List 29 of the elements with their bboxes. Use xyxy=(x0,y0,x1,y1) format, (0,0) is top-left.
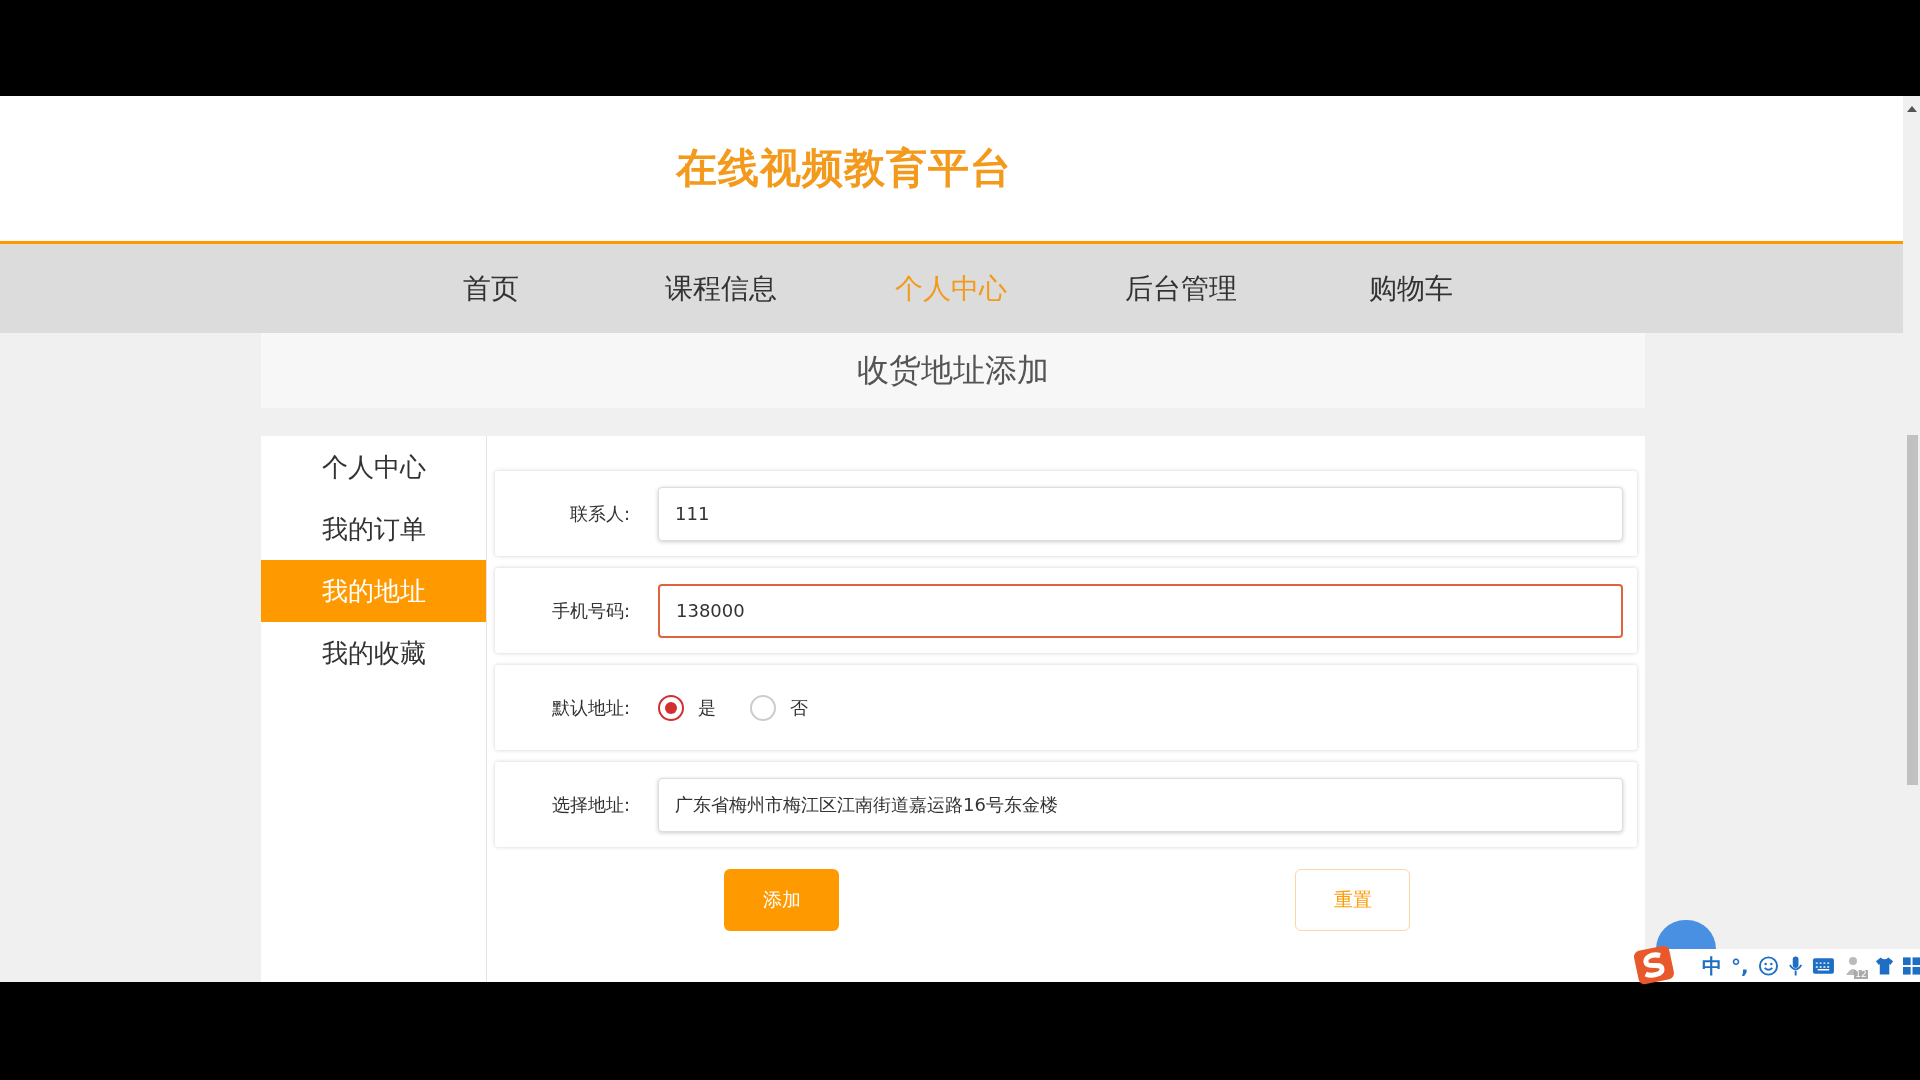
sidebar-item[interactable]: 我的订单 xyxy=(261,498,486,560)
keyboard-icon[interactable] xyxy=(1811,956,1835,975)
radio-button[interactable] xyxy=(658,694,684,721)
field-label: 联系人: xyxy=(568,501,631,526)
grid-icon[interactable] xyxy=(1902,955,1920,976)
scroll-up-icon[interactable] xyxy=(1907,106,1917,112)
nav-link[interactable]: 购物车 xyxy=(1296,244,1526,333)
nav-link[interactable]: 首页 xyxy=(376,244,606,333)
sidebar-item[interactable]: 我的收藏 xyxy=(261,622,486,684)
emoji-icon[interactable] xyxy=(1757,954,1779,977)
badge-count: 12 xyxy=(1854,969,1868,979)
radio-label: 是 xyxy=(698,695,716,720)
text-field[interactable]: 111 xyxy=(658,486,1623,541)
shirt-icon[interactable] xyxy=(1874,955,1894,976)
radio-label: 否 xyxy=(790,695,808,720)
punctuation-toggle[interactable]: °, xyxy=(1731,955,1749,976)
text-field[interactable]: 138000 xyxy=(658,583,1623,638)
scrollbar-thumb[interactable] xyxy=(1907,435,1918,785)
field-label: 选择地址: xyxy=(550,792,631,817)
site-title: 在线视频教育平台 xyxy=(676,143,1012,194)
field-label: 默认地址: xyxy=(550,695,631,720)
input-mode-toggle[interactable]: 中 xyxy=(1702,955,1722,976)
nav-link[interactable]: 课程信息 xyxy=(606,244,836,333)
microphone-icon[interactable] xyxy=(1787,954,1803,977)
page-title: 收货地址添加 xyxy=(857,349,1049,391)
nav-link[interactable]: 后台管理 xyxy=(1066,244,1296,333)
field-label: 手机号码: xyxy=(550,598,631,623)
sidebar-item[interactable]: 个人中心 xyxy=(261,436,486,498)
text-field[interactable]: 广东省梅州市梅江区江南街道嘉运路16号东金楼 xyxy=(658,777,1623,832)
